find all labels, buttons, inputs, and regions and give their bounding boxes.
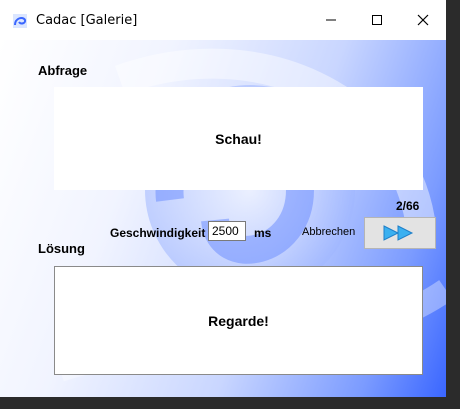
title-bar[interactable]: Cadac [Galerie]: [0, 0, 446, 40]
app-window: Cadac [Galerie] Abfrage Schau! 2/66 Gesc…: [0, 0, 446, 397]
close-icon: [417, 14, 429, 26]
fast-forward-icon: [383, 225, 414, 241]
next-button[interactable]: [364, 217, 436, 249]
maximize-icon: [372, 15, 382, 25]
answer-text: Regarde!: [208, 312, 269, 329]
minimize-button[interactable]: [308, 0, 354, 40]
window-title: Cadac [Galerie]: [36, 13, 138, 28]
query-heading: Abfrage: [38, 63, 88, 78]
answer-heading: Lösung: [38, 241, 85, 256]
close-button[interactable]: [400, 0, 446, 40]
maximize-button[interactable]: [354, 0, 400, 40]
speed-unit: ms: [254, 226, 272, 240]
speed-label: Geschwindigkeit: [110, 226, 206, 240]
speed-input[interactable]: [208, 221, 246, 241]
cancel-link[interactable]: Abbrechen: [302, 226, 355, 238]
app-swirl-icon: [13, 14, 27, 28]
query-panel: Schau!: [54, 87, 423, 190]
query-text: Schau!: [215, 130, 262, 147]
progress-counter: 2/66: [396, 199, 420, 213]
minimize-icon: [326, 19, 336, 21]
answer-panel: Regarde!: [54, 266, 423, 375]
client-area: Abfrage Schau! 2/66 Geschwindigkeit ms A…: [0, 40, 446, 397]
